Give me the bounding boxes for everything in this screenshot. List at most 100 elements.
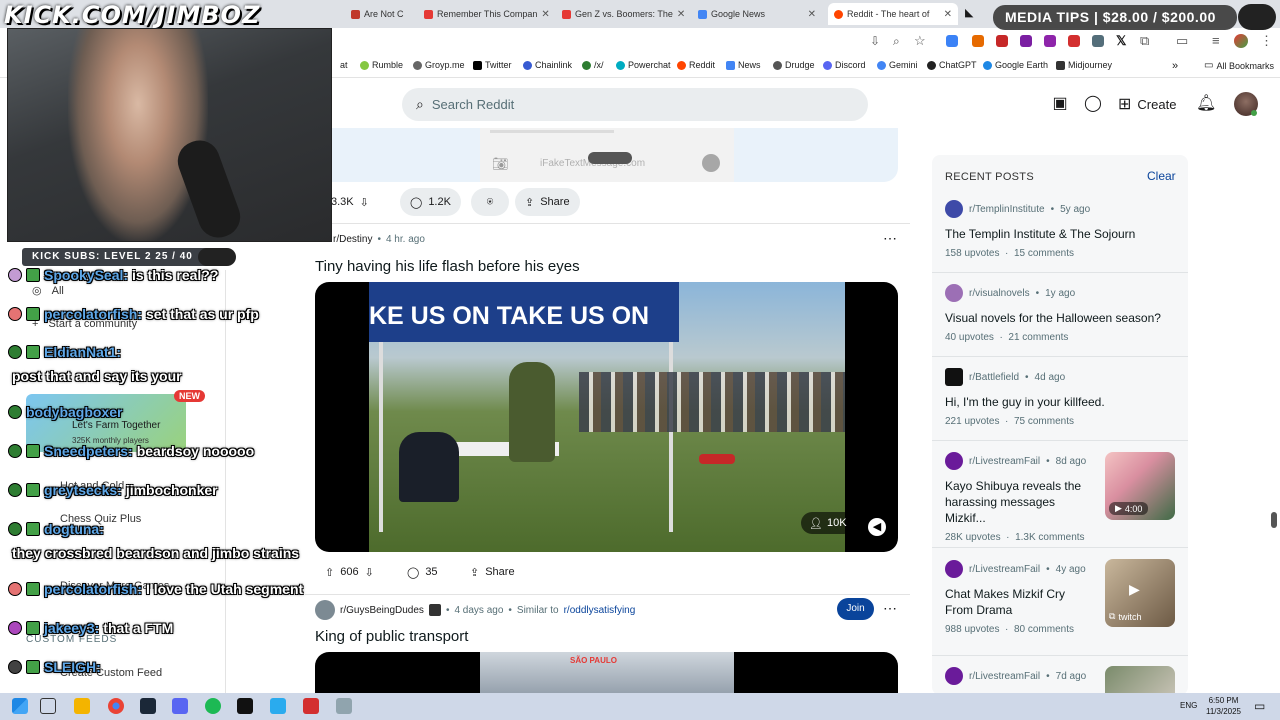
discord-icon[interactable] bbox=[172, 698, 188, 714]
post-title[interactable]: King of public transport bbox=[315, 628, 468, 645]
extension-icon[interactable] bbox=[1044, 35, 1056, 47]
recent-post-title[interactable]: Hi, I'm the guy in your killfeed. bbox=[945, 394, 1175, 410]
video-player[interactable]: KE US ON TAKE US ON 👤︎ 10K ◀ bbox=[315, 282, 898, 552]
search-input[interactable]: ⌕ Search Reddit bbox=[402, 88, 868, 121]
extension-icon[interactable] bbox=[1068, 35, 1080, 47]
system-clock[interactable]: 6:50 PM 11/3/2025 bbox=[1206, 695, 1241, 717]
file-explorer-icon[interactable] bbox=[74, 698, 90, 714]
recent-post-title[interactable]: Chat Makes Mizkif Cry From Drama bbox=[945, 586, 1095, 618]
bookmark-midjourney[interactable]: Midjourney bbox=[1056, 60, 1112, 70]
browser-tab[interactable]: Are Not C bbox=[345, 3, 407, 25]
notification-icon[interactable]: ▭ bbox=[1254, 699, 1265, 713]
recent-post[interactable]: r/LivestreamFail • 7d ago bbox=[945, 667, 1095, 685]
close-icon[interactable]: ✕ bbox=[541, 9, 549, 20]
browser-tab[interactable]: Remember This Compan ✕ bbox=[418, 3, 552, 25]
subreddit-link[interactable]: r/Destiny bbox=[333, 234, 372, 245]
comments-button[interactable]: ◯ 35 bbox=[397, 558, 448, 586]
bookmark-powerchat[interactable]: Powerchat bbox=[616, 60, 671, 70]
share-button[interactable]: ⇪ Share bbox=[515, 188, 580, 216]
bookmark-rumble[interactable]: Rumble bbox=[360, 60, 403, 70]
recent-post[interactable]: r/Battlefield • 4d ago Hi, I'm the guy in … bbox=[945, 368, 1175, 427]
x-icon[interactable]: 𝕏 bbox=[1116, 33, 1126, 49]
create-button[interactable]: ⊞ Create bbox=[1118, 92, 1176, 116]
extension-icon[interactable] bbox=[996, 35, 1008, 47]
bookmark-chainlink[interactable]: Chainlink bbox=[523, 60, 572, 70]
bookmark-google-earth[interactable]: Google Earth bbox=[983, 60, 1048, 70]
post-thumbnail[interactable] bbox=[1105, 666, 1175, 695]
post-thumbnail[interactable]: ▶ ⧉ twitch bbox=[1105, 559, 1175, 627]
bookmark-drudge[interactable]: Drudge bbox=[773, 60, 815, 70]
app-icon[interactable] bbox=[303, 698, 319, 714]
all-bookmarks[interactable]: ▭ All Bookmarks bbox=[1204, 60, 1274, 71]
extension-icon[interactable] bbox=[1092, 35, 1104, 47]
bookmark-groyp[interactable]: Groyp.me bbox=[413, 60, 465, 70]
subreddit-link[interactable]: r/GuysBeingDudes bbox=[340, 605, 424, 616]
close-icon[interactable]: ✕ bbox=[808, 9, 816, 20]
bookmark-discord[interactable]: Discord bbox=[823, 60, 866, 70]
vote-buttons[interactable]: 3.3K ⇩ bbox=[331, 188, 369, 216]
bookmark-gemini[interactable]: Gemini bbox=[877, 60, 918, 70]
profile-avatar[interactable] bbox=[1234, 34, 1248, 48]
cast-icon[interactable]: ▭ bbox=[1176, 33, 1188, 49]
recent-post[interactable]: r/visualnovels • 1y ago Visual novels for … bbox=[945, 284, 1175, 343]
comments-button[interactable]: ◯ 1.2K bbox=[400, 188, 461, 216]
post-title[interactable]: Tiny having his life flash before his ey… bbox=[315, 258, 580, 275]
chrome-icon[interactable] bbox=[108, 698, 124, 714]
chat-icon[interactable]: ◯ bbox=[1083, 94, 1103, 114]
chevron-right-icon[interactable]: » bbox=[1172, 60, 1178, 72]
menu-icon[interactable]: ⋮ bbox=[1260, 33, 1273, 49]
close-icon[interactable]: ✕ bbox=[677, 9, 685, 20]
bookmark-truncated[interactable]: at bbox=[340, 60, 348, 70]
bookmark-news[interactable]: News bbox=[726, 60, 761, 70]
nav-all[interactable]: ◎ All bbox=[32, 284, 64, 298]
downvote-icon[interactable]: ⇩ bbox=[365, 566, 374, 579]
extension-icon[interactable] bbox=[972, 35, 984, 47]
terminal-icon[interactable] bbox=[237, 698, 253, 714]
reading-list-icon[interactable]: ≡ bbox=[1212, 33, 1220, 48]
windows-start-icon[interactable] bbox=[12, 698, 28, 714]
recent-post-title[interactable]: Visual novels for the Halloween season? bbox=[945, 310, 1175, 326]
close-icon[interactable]: ✕ bbox=[944, 9, 952, 20]
award-button[interactable]: ⍟ bbox=[471, 188, 509, 216]
upvote-icon[interactable]: ⇧ bbox=[325, 566, 334, 579]
vote-buttons[interactable]: ⇧ 606 ⇩ bbox=[315, 558, 384, 586]
subreddit-avatar[interactable] bbox=[315, 600, 335, 620]
recent-post[interactable]: r/TemplinInstitute • 5y ago The Templin In… bbox=[945, 200, 1175, 259]
notification-bell-icon[interactable]: 🔔︎ bbox=[1196, 94, 1216, 114]
telegram-icon[interactable] bbox=[270, 698, 286, 714]
language-indicator[interactable]: ENG bbox=[1180, 701, 1197, 710]
new-tab-icon[interactable]: ◣ bbox=[965, 6, 977, 19]
puzzle-icon[interactable]: ⧉ bbox=[1140, 33, 1149, 49]
join-button[interactable]: Join bbox=[837, 598, 874, 620]
recent-post-title[interactable]: The Templin Institute & The Sojourn bbox=[945, 226, 1175, 242]
bookmark-reddit[interactable]: Reddit bbox=[677, 60, 715, 70]
post-media[interactable]: 📷︎ iFakeTextMessage.com bbox=[305, 128, 898, 182]
bookmark-x-board[interactable]: /x/ bbox=[582, 60, 604, 70]
browser-tab[interactable]: Google News ✕ bbox=[692, 3, 822, 25]
steam-icon[interactable] bbox=[140, 698, 156, 714]
advertise-icon[interactable]: ▣ bbox=[1050, 94, 1070, 114]
spotify-icon[interactable] bbox=[205, 698, 221, 714]
install-icon[interactable]: ⇩ bbox=[870, 34, 880, 48]
video-player[interactable]: SÃO PAULO bbox=[315, 652, 898, 693]
volume-icon[interactable]: ◀ bbox=[868, 518, 886, 536]
recent-post[interactable]: r/LivestreamFail • 8d ago Kayo Shibuya rev… bbox=[945, 452, 1095, 543]
more-options-icon[interactable]: ⋯ bbox=[883, 600, 897, 617]
bookmark-star-icon[interactable]: ☆ bbox=[914, 33, 926, 49]
recent-post-title[interactable]: Kayo Shibuya reveals the harassing messa… bbox=[945, 478, 1095, 526]
browser-tab[interactable]: Gen Z vs. Boomers: The ✕ bbox=[556, 3, 686, 25]
more-options-icon[interactable]: ⋯ bbox=[883, 230, 897, 247]
scrollbar-thumb[interactable] bbox=[1271, 512, 1277, 528]
downvote-icon[interactable]: ⇩ bbox=[360, 196, 369, 209]
similar-subreddit-link[interactable]: r/oddlysatisfying bbox=[564, 605, 636, 616]
browser-tab-active[interactable]: Reddit - The heart of ✕ bbox=[828, 3, 958, 25]
clear-button[interactable]: Clear bbox=[1147, 169, 1176, 183]
post-thumbnail[interactable]: ▶ 4:00 bbox=[1105, 452, 1175, 520]
task-view-icon[interactable] bbox=[40, 698, 56, 714]
extension-icon[interactable] bbox=[1020, 35, 1032, 47]
bookmark-chatgpt[interactable]: ChatGPT bbox=[927, 60, 977, 70]
bookmark-twitter[interactable]: Twitter bbox=[473, 60, 512, 70]
extension-icon[interactable] bbox=[946, 35, 958, 47]
zoom-icon[interactable]: ⌕ bbox=[893, 34, 900, 49]
recent-post[interactable]: r/LivestreamFail • 4y ago Chat Makes Mizki… bbox=[945, 560, 1095, 635]
